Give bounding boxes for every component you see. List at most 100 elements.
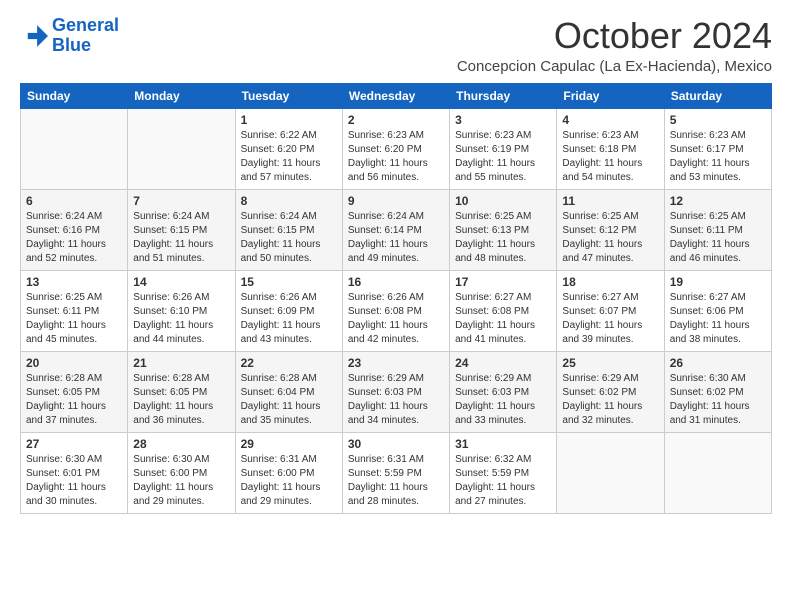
day-detail: Sunrise: 6:24 AMSunset: 6:14 PMDaylight:… <box>348 210 444 266</box>
day-header-tuesday: Tuesday <box>235 83 342 108</box>
calendar-week-row: 27 Sunrise: 6:30 AMSunset: 6:01 PMDayligh… <box>21 432 772 513</box>
day-detail: Sunrise: 6:28 AMSunset: 6:05 PMDaylight:… <box>26 372 122 428</box>
day-detail: Sunrise: 6:26 AMSunset: 6:09 PMDaylight:… <box>241 291 337 347</box>
day-number: 18 <box>562 275 658 289</box>
logo: General Blue <box>20 16 119 56</box>
day-header-friday: Friday <box>557 83 664 108</box>
calendar-cell: 9Sunrise: 6:24 AMSunset: 6:14 PMDaylight… <box>342 189 449 270</box>
day-detail: Sunrise: 6:30 AMSunset: 6:02 PMDaylight:… <box>670 372 766 428</box>
day-number: 8 <box>241 194 337 208</box>
day-detail: Sunrise: 6:23 AMSunset: 6:17 PMDaylight:… <box>670 129 766 185</box>
day-detail: Sunrise: 6:24 AMSunset: 6:15 PMDaylight:… <box>133 210 229 266</box>
day-number: 27 <box>26 437 122 451</box>
month-title: October 2024 <box>457 16 772 56</box>
day-number: 1 <box>241 113 337 127</box>
day-number: 2 <box>348 113 444 127</box>
day-header-thursday: Thursday <box>450 83 557 108</box>
title-block: October 2024 Concepcion Capulac (La Ex-H… <box>457 16 772 75</box>
calendar-cell: 12 Sunrise: 6:25 AMSunset: 6:11 PMDayligh… <box>664 189 771 270</box>
day-detail: Sunrise: 6:30 AMSunset: 6:00 PMDaylight:… <box>133 453 229 509</box>
day-number: 26 <box>670 356 766 370</box>
day-detail: Sunrise: 6:24 AMSunset: 6:15 PMDaylight:… <box>241 210 337 266</box>
day-detail: Sunrise: 6:23 AMSunset: 6:20 PMDaylight:… <box>348 129 444 185</box>
calendar-cell <box>21 108 128 189</box>
day-detail: Sunrise: 6:32 AMSunset: 5:59 PMDaylight:… <box>455 453 551 509</box>
calendar-cell: 14 Sunrise: 6:26 AMSunset: 6:10 PMDayligh… <box>128 270 235 351</box>
day-number: 30 <box>348 437 444 451</box>
day-detail: Sunrise: 6:25 AMSunset: 6:11 PMDaylight:… <box>26 291 122 347</box>
day-detail: Sunrise: 6:29 AMSunset: 6:02 PMDaylight:… <box>562 372 658 428</box>
location-subtitle: Concepcion Capulac (La Ex-Hacienda), Mex… <box>457 58 772 75</box>
day-number: 24 <box>455 356 551 370</box>
day-number: 19 <box>670 275 766 289</box>
day-detail: Sunrise: 6:27 AMSunset: 6:06 PMDaylight:… <box>670 291 766 347</box>
day-detail: Sunrise: 6:31 AMSunset: 5:59 PMDaylight:… <box>348 453 444 509</box>
logo-line2: Blue <box>52 36 119 56</box>
calendar-cell: 19 Sunrise: 6:27 AMSunset: 6:06 PMDayligh… <box>664 270 771 351</box>
day-number: 29 <box>241 437 337 451</box>
day-number: 5 <box>670 113 766 127</box>
calendar-week-row: 13 Sunrise: 6:25 AMSunset: 6:11 PMDayligh… <box>21 270 772 351</box>
day-detail: Sunrise: 6:31 AMSunset: 6:00 PMDaylight:… <box>241 453 337 509</box>
day-number: 21 <box>133 356 229 370</box>
calendar-cell: 6Sunrise: 6:24 AMSunset: 6:16 PMDaylight… <box>21 189 128 270</box>
calendar-table: SundayMondayTuesdayWednesdayThursdayFrid… <box>20 83 772 514</box>
day-detail: Sunrise: 6:28 AMSunset: 6:04 PMDaylight:… <box>241 372 337 428</box>
calendar-cell: 3 Sunrise: 6:23 AMSunset: 6:19 PMDaylight… <box>450 108 557 189</box>
day-number: 6 <box>26 194 122 208</box>
day-number: 16 <box>348 275 444 289</box>
calendar-cell: 10 Sunrise: 6:25 AMSunset: 6:13 PMDayligh… <box>450 189 557 270</box>
calendar-cell: 17 Sunrise: 6:27 AMSunset: 6:08 PMDayligh… <box>450 270 557 351</box>
page-header: General Blue October 2024 Concepcion Cap… <box>20 16 772 75</box>
calendar-week-row: 1 Sunrise: 6:22 AMSunset: 6:20 PMDaylight… <box>21 108 772 189</box>
day-number: 14 <box>133 275 229 289</box>
day-number: 15 <box>241 275 337 289</box>
calendar-cell <box>664 432 771 513</box>
day-detail: Sunrise: 6:26 AMSunset: 6:10 PMDaylight:… <box>133 291 229 347</box>
calendar-cell: 5 Sunrise: 6:23 AMSunset: 6:17 PMDaylight… <box>664 108 771 189</box>
calendar-cell: 26 Sunrise: 6:30 AMSunset: 6:02 PMDayligh… <box>664 351 771 432</box>
day-number: 4 <box>562 113 658 127</box>
day-number: 3 <box>455 113 551 127</box>
day-detail: Sunrise: 6:25 AMSunset: 6:13 PMDaylight:… <box>455 210 551 266</box>
calendar-cell: 31Sunrise: 6:32 AMSunset: 5:59 PMDayligh… <box>450 432 557 513</box>
day-number: 7 <box>133 194 229 208</box>
day-detail: Sunrise: 6:30 AMSunset: 6:01 PMDaylight:… <box>26 453 122 509</box>
calendar-cell: 15 Sunrise: 6:26 AMSunset: 6:09 PMDayligh… <box>235 270 342 351</box>
calendar-cell: 8 Sunrise: 6:24 AMSunset: 6:15 PMDaylight… <box>235 189 342 270</box>
day-header-sunday: Sunday <box>21 83 128 108</box>
day-detail: Sunrise: 6:25 AMSunset: 6:11 PMDaylight:… <box>670 210 766 266</box>
logo-text: General Blue <box>52 16 119 56</box>
day-detail: Sunrise: 6:23 AMSunset: 6:19 PMDaylight:… <box>455 129 551 185</box>
calendar-cell: 13 Sunrise: 6:25 AMSunset: 6:11 PMDayligh… <box>21 270 128 351</box>
day-detail: Sunrise: 6:22 AMSunset: 6:20 PMDaylight:… <box>241 129 337 185</box>
calendar-cell: 30 Sunrise: 6:31 AMSunset: 5:59 PMDayligh… <box>342 432 449 513</box>
day-number: 17 <box>455 275 551 289</box>
day-detail: Sunrise: 6:27 AMSunset: 6:08 PMDaylight:… <box>455 291 551 347</box>
day-header-monday: Monday <box>128 83 235 108</box>
day-detail: Sunrise: 6:28 AMSunset: 6:05 PMDaylight:… <box>133 372 229 428</box>
calendar-cell: 25Sunrise: 6:29 AMSunset: 6:02 PMDayligh… <box>557 351 664 432</box>
calendar-cell: 11Sunrise: 6:25 AMSunset: 6:12 PMDayligh… <box>557 189 664 270</box>
calendar-cell: 21 Sunrise: 6:28 AMSunset: 6:05 PMDayligh… <box>128 351 235 432</box>
day-detail: Sunrise: 6:29 AMSunset: 6:03 PMDaylight:… <box>455 372 551 428</box>
day-detail: Sunrise: 6:26 AMSunset: 6:08 PMDaylight:… <box>348 291 444 347</box>
day-number: 20 <box>26 356 122 370</box>
day-number: 10 <box>455 194 551 208</box>
day-number: 22 <box>241 356 337 370</box>
calendar-cell: 20 Sunrise: 6:28 AMSunset: 6:05 PMDayligh… <box>21 351 128 432</box>
day-number: 28 <box>133 437 229 451</box>
calendar-week-row: 20 Sunrise: 6:28 AMSunset: 6:05 PMDayligh… <box>21 351 772 432</box>
calendar-cell: 27 Sunrise: 6:30 AMSunset: 6:01 PMDayligh… <box>21 432 128 513</box>
logo-icon <box>20 22 48 50</box>
calendar-cell: 29 Sunrise: 6:31 AMSunset: 6:00 PMDayligh… <box>235 432 342 513</box>
day-number: 12 <box>670 194 766 208</box>
day-detail: Sunrise: 6:23 AMSunset: 6:18 PMDaylight:… <box>562 129 658 185</box>
calendar-week-row: 6Sunrise: 6:24 AMSunset: 6:16 PMDaylight… <box>21 189 772 270</box>
calendar-cell: 23Sunrise: 6:29 AMSunset: 6:03 PMDayligh… <box>342 351 449 432</box>
day-number: 13 <box>26 275 122 289</box>
calendar-cell: 28 Sunrise: 6:30 AMSunset: 6:00 PMDayligh… <box>128 432 235 513</box>
calendar-cell: 18Sunrise: 6:27 AMSunset: 6:07 PMDayligh… <box>557 270 664 351</box>
calendar-cell: 7 Sunrise: 6:24 AMSunset: 6:15 PMDaylight… <box>128 189 235 270</box>
calendar-cell <box>128 108 235 189</box>
